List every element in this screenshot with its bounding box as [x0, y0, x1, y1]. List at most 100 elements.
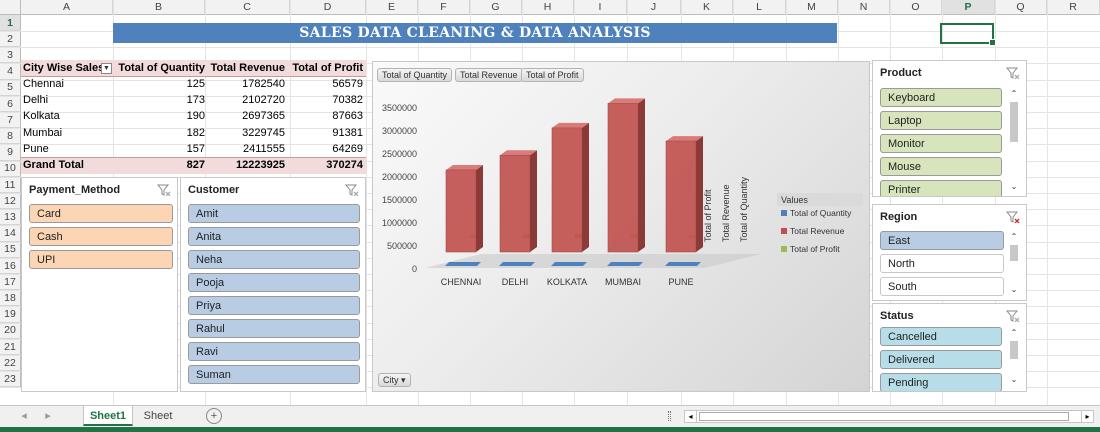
scroll-up-icon[interactable]: ⌃	[1007, 88, 1021, 100]
clear-filter-icon[interactable]	[1006, 211, 1020, 223]
clear-filter-icon[interactable]	[1006, 310, 1020, 322]
row-header[interactable]: 3	[0, 47, 21, 64]
column-header[interactable]: H	[522, 0, 574, 15]
scroll-down-icon[interactable]: ⌄	[1007, 181, 1021, 193]
pivot-filter-dropdown-icon[interactable]: ▼	[101, 63, 112, 74]
row-header[interactable]: 17	[0, 274, 21, 291]
legend-item[interactable]: Total of Quantity	[790, 208, 852, 218]
bar-revenue[interactable]	[445, 169, 477, 253]
slicer-item-keyboard[interactable]: Keyboard	[880, 88, 1002, 107]
bar-quantity[interactable]	[445, 262, 481, 266]
scroll-up-icon[interactable]: ⌃	[1007, 327, 1021, 339]
column-header[interactable]: I	[574, 0, 627, 15]
slicer-item-mouse[interactable]: Mouse	[880, 157, 1002, 176]
slicer-scrollbar[interactable]: ⌃ ⌄	[1007, 231, 1021, 297]
slicer-item-monitor[interactable]: Monitor	[880, 134, 1002, 153]
slicer-item-ravi[interactable]: Ravi	[188, 342, 360, 361]
row-header[interactable]: 19	[0, 306, 21, 323]
slicer-item-anita[interactable]: Anita	[188, 227, 360, 246]
column-header[interactable]: P	[942, 0, 995, 15]
row-header[interactable]: 11	[0, 177, 21, 193]
column-header[interactable]: D	[290, 0, 366, 15]
slicer-item-south[interactable]: South	[880, 277, 1004, 296]
chart-axis-field-button[interactable]: City ▾	[378, 373, 411, 387]
column-header[interactable]: J	[627, 0, 681, 15]
row-header[interactable]: 22	[0, 355, 21, 372]
row-header[interactable]: 16	[0, 258, 21, 274]
clear-filter-icon[interactable]	[345, 184, 359, 196]
slicer-item-cancelled[interactable]: Cancelled	[880, 327, 1002, 346]
sheet-tab-sheet1[interactable]: Sheet1	[83, 406, 133, 426]
scroll-up-icon[interactable]: ⌃	[1007, 231, 1021, 243]
sheet-nav-prev-icon[interactable]: ◂	[16, 406, 32, 426]
column-header[interactable]: E	[366, 0, 418, 15]
row-header[interactable]: 1	[0, 15, 21, 31]
bar-revenue[interactable]	[551, 127, 583, 253]
row-header[interactable]: 13	[0, 209, 21, 226]
scrollbar-thumb[interactable]	[1010, 245, 1018, 261]
scroll-down-icon[interactable]: ⌄	[1007, 284, 1021, 296]
column-header[interactable]: K	[681, 0, 733, 15]
row-header[interactable]: 9	[0, 144, 21, 161]
legend-item[interactable]: Total Revenue	[790, 226, 845, 236]
column-header[interactable]: G	[470, 0, 522, 15]
slicer-item-pending[interactable]: Pending	[880, 373, 1002, 391]
slicer-scrollbar[interactable]: ⌃ ⌄	[1007, 327, 1021, 387]
scrollbar-thumb[interactable]	[1010, 102, 1018, 142]
bar-quantity[interactable]	[499, 262, 535, 266]
row-header[interactable]: 20	[0, 322, 21, 339]
clear-filter-icon[interactable]	[157, 184, 171, 196]
column-header[interactable]: R	[1047, 0, 1100, 15]
bar-revenue[interactable]	[499, 154, 531, 253]
slicer-item-amit[interactable]: Amit	[188, 204, 360, 223]
row-header[interactable]: 7	[0, 112, 21, 129]
column-header[interactable]: L	[733, 0, 786, 15]
row-header[interactable]: 6	[0, 96, 21, 112]
slicer-item-rahul[interactable]: Rahul	[188, 319, 360, 338]
scrollbar-thumb[interactable]	[1010, 341, 1018, 359]
row-header[interactable]: 5	[0, 79, 21, 96]
row-header[interactable]: 15	[0, 241, 21, 258]
bar-revenue[interactable]	[665, 140, 697, 253]
bar-quantity[interactable]	[665, 262, 701, 266]
scroll-left-icon[interactable]: ◂	[685, 411, 697, 422]
row-header[interactable]: 10	[0, 160, 21, 177]
column-header[interactable]: N	[838, 0, 890, 15]
column-header[interactable]: M	[786, 0, 838, 15]
slicer-item-east[interactable]: East	[880, 231, 1004, 250]
row-header[interactable]: 2	[0, 31, 21, 48]
scroll-split-handle[interactable]	[668, 411, 671, 421]
row-header[interactable]: 8	[0, 128, 21, 145]
bar-quantity[interactable]	[607, 262, 643, 266]
slicer-item-card[interactable]: Card	[29, 204, 173, 223]
column-header[interactable]: C	[205, 0, 290, 15]
column-header[interactable]: A	[21, 0, 113, 15]
scroll-down-icon[interactable]: ⌄	[1007, 374, 1021, 386]
slicer-item-upi[interactable]: UPI	[29, 250, 173, 269]
bar-revenue[interactable]	[607, 103, 639, 253]
bar-quantity[interactable]	[551, 262, 587, 266]
select-all-corner[interactable]	[0, 0, 21, 15]
clear-filter-icon[interactable]	[1006, 67, 1020, 79]
column-header[interactable]: Q	[995, 0, 1047, 15]
row-header[interactable]: 4	[0, 63, 21, 80]
slicer-item-north[interactable]: North	[880, 254, 1004, 273]
row-header[interactable]: 12	[0, 193, 21, 210]
legend-item[interactable]: Total of Profit	[790, 244, 840, 254]
sheet-nav-next-icon[interactable]: ▸	[40, 406, 56, 426]
slicer-item-priya[interactable]: Priya	[188, 296, 360, 315]
slicer-item-suman[interactable]: Suman	[188, 365, 360, 384]
scroll-right-icon[interactable]: ▸	[1081, 411, 1093, 422]
slicer-item-laptop[interactable]: Laptop	[880, 111, 1002, 130]
pivot-chart[interactable]: Total of Quantity Total Revenue Total of P…	[372, 61, 870, 392]
slicer-item-delivered[interactable]: Delivered	[880, 350, 1002, 369]
row-header[interactable]: 14	[0, 225, 21, 242]
row-header[interactable]: 18	[0, 290, 21, 307]
worksheet-grid[interactable]: ABCDEFGHIJKLMNOPQR 1 2 3 4 5 6 7 8 9 10 11 12 13 14 15…	[0, 0, 1100, 405]
slicer-item-cash[interactable]: Cash	[29, 227, 173, 246]
add-sheet-icon[interactable]: +	[206, 408, 222, 424]
scrollbar-thumb[interactable]	[699, 412, 1069, 421]
sheet-tab-sheet[interactable]: Sheet	[135, 406, 181, 426]
horizontal-scrollbar[interactable]: ◂ ▸	[684, 410, 1094, 423]
slicer-item-printer[interactable]: Printer	[880, 180, 1002, 196]
